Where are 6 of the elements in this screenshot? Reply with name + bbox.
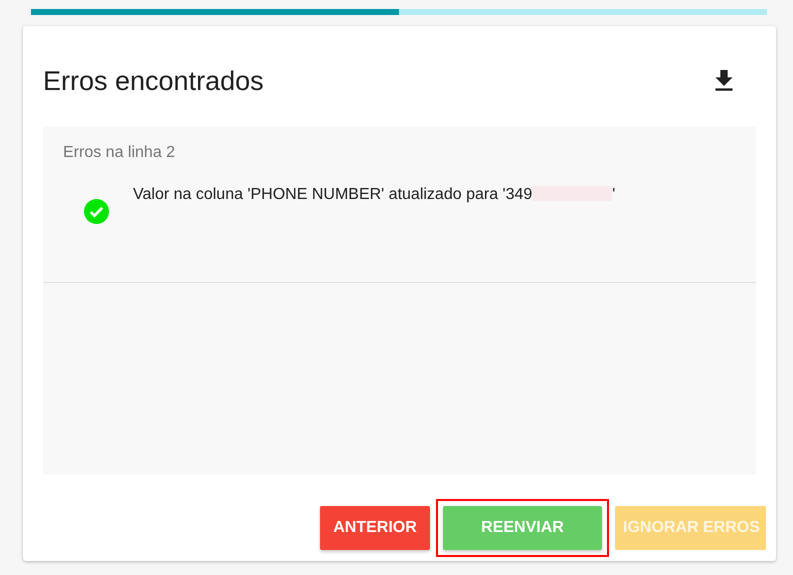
card-title: Erros encontrados <box>43 66 264 96</box>
message-text: Valor na coluna 'PHONE NUMBER' atualizado para '349 ' <box>133 186 616 204</box>
action-button[interactable]: ANTERIOR <box>320 506 430 550</box>
download-icon[interactable] <box>715 70 733 92</box>
section-heading: Erros na linha 2 <box>63 144 176 162</box>
action-button[interactable]: REENVIAR <box>443 506 602 550</box>
